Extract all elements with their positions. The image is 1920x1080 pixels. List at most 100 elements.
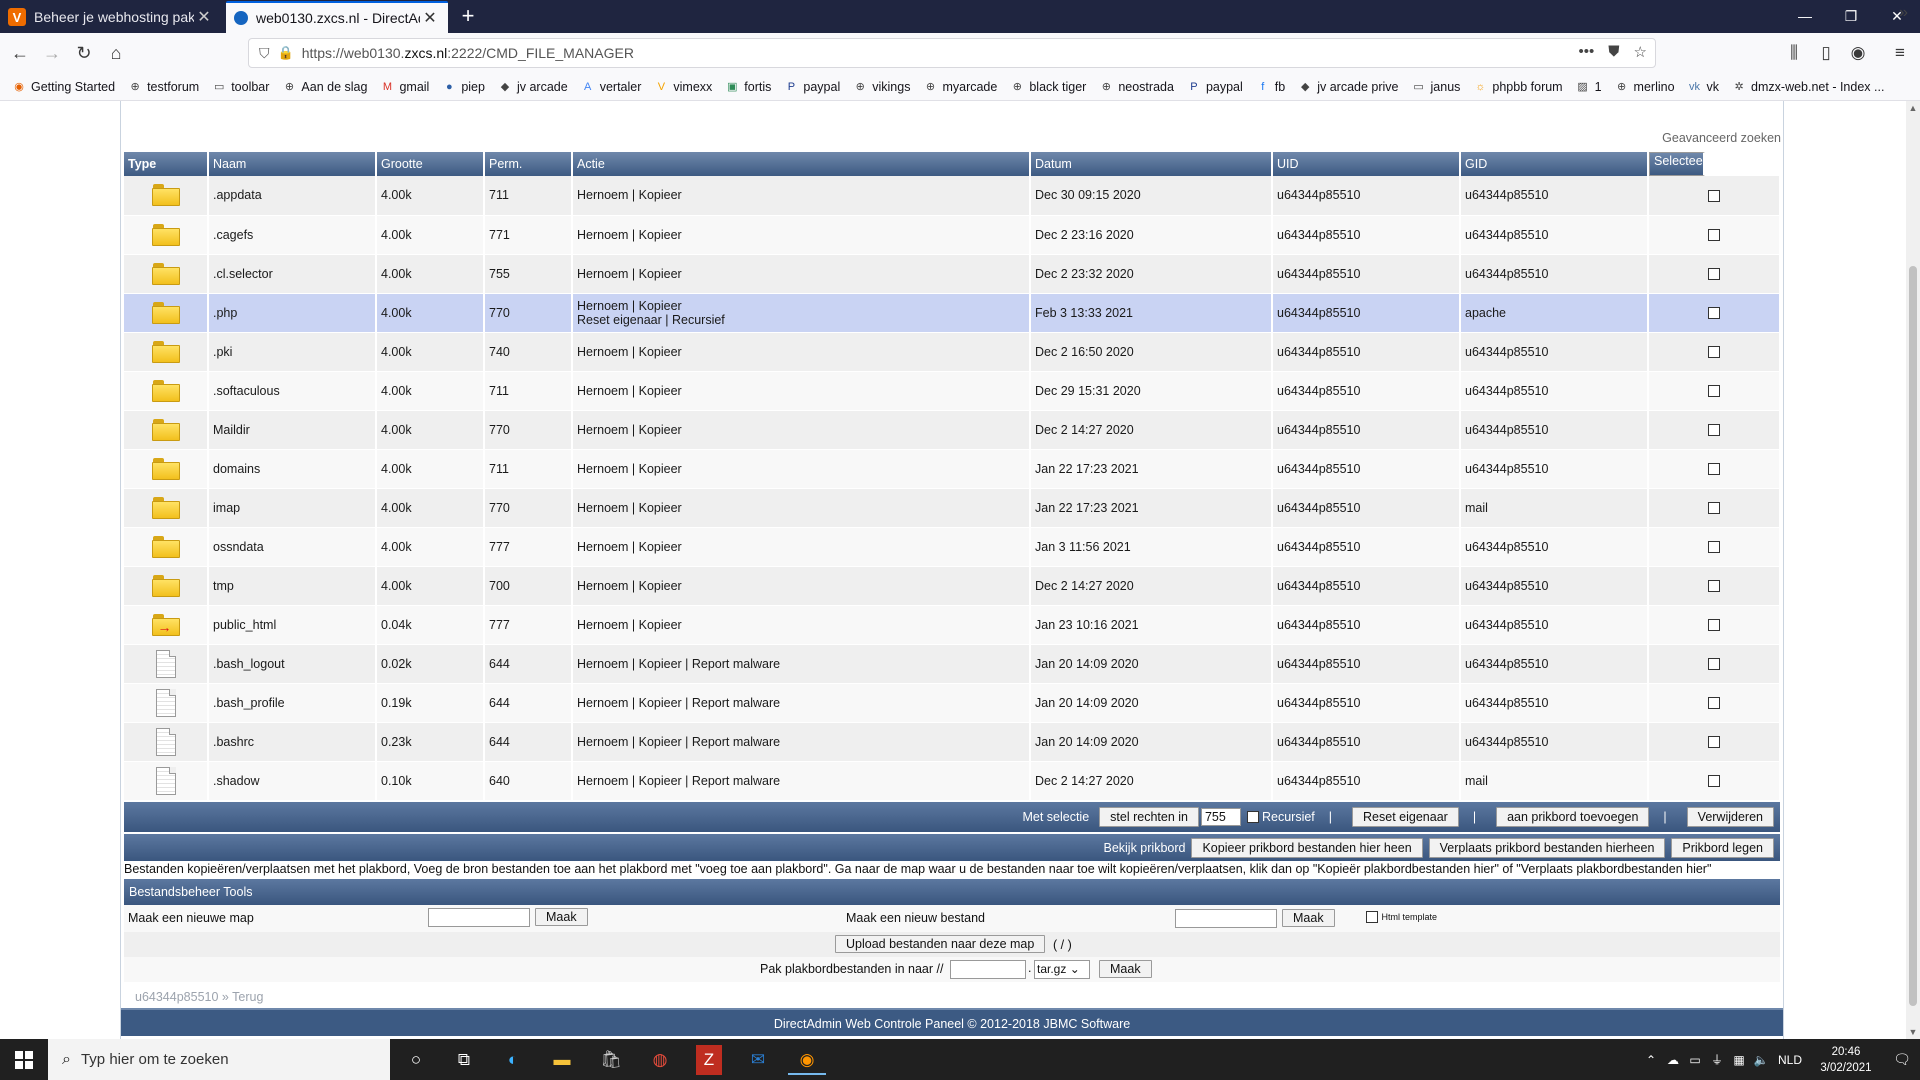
close-window-icon[interactable]: ✕ <box>1874 0 1920 33</box>
table-row[interactable]: domains 4.00k 711 Hernoem | Kopieer Jan 22 1… <box>124 449 1781 489</box>
folder-icon[interactable] <box>151 262 180 285</box>
table-row[interactable]: Maildir 4.00k 770 Hernoem | Kopieer Dec 2 14… <box>124 410 1781 450</box>
select-checkbox[interactable] <box>1708 346 1720 359</box>
file-name-link[interactable]: Maildir <box>208 410 377 450</box>
bookmark-item[interactable]: ◆ jv arcade <box>498 80 568 94</box>
cortana-icon[interactable]: ○ <box>397 1045 435 1075</box>
extra-action-links[interactable]: Reset eigenaar | Recursief <box>577 313 1029 327</box>
view-clipboard-link[interactable]: Bekijk prikbord <box>1103 841 1185 855</box>
select-checkbox[interactable] <box>1708 736 1720 749</box>
action-links[interactable]: Hernoem | Kopieer <box>577 267 1029 281</box>
bookmark-item[interactable]: ⊕ Aan de slag <box>282 80 368 94</box>
file-icon[interactable] <box>155 649 176 678</box>
type-cell[interactable] <box>124 332 209 372</box>
volume-icon[interactable]: 🔈 <box>1750 1053 1772 1067</box>
file-name-link[interactable]: imap <box>208 488 377 528</box>
permission-input[interactable]: 755 <box>1200 808 1241 826</box>
bookmark-item[interactable]: ☼ phpbb forum <box>1473 80 1562 94</box>
file-icon[interactable] <box>155 688 176 717</box>
folder-icon[interactable] <box>151 418 180 441</box>
bookmark-item[interactable]: ▨ 1 <box>1576 80 1601 94</box>
file-explorer-icon[interactable]: ▬ <box>543 1045 581 1075</box>
action-links[interactable]: Hernoem | Kopieer <box>577 618 1029 632</box>
file-name-link[interactable]: .bash_profile <box>208 683 377 723</box>
folder-icon[interactable] <box>151 379 180 402</box>
file-permissions-link[interactable]: 644 <box>484 722 573 762</box>
table-row[interactable]: .softaculous 4.00k 711 Hernoem | Kopieer Dec… <box>124 371 1781 411</box>
action-links[interactable]: Hernoem | Kopieer <box>577 462 1029 476</box>
bookmark-item[interactable]: Avertaler <box>581 80 641 94</box>
column-header-name[interactable]: Naam <box>208 152 377 176</box>
file-name-link[interactable]: .pki <box>208 332 377 372</box>
file-permissions-link[interactable]: 770 <box>484 293 573 333</box>
folder-icon[interactable] <box>151 223 180 246</box>
bookmark-item[interactable]: Ppaypal <box>784 80 841 94</box>
folder-icon[interactable] <box>151 340 180 363</box>
restore-window-icon[interactable]: ❐ <box>1828 0 1874 33</box>
file-permissions-link[interactable]: 711 <box>484 449 573 489</box>
select-checkbox[interactable] <box>1708 307 1720 320</box>
action-links[interactable]: Hernoem | Kopieer | Report malware <box>577 774 1029 788</box>
type-cell[interactable] <box>124 410 209 450</box>
type-cell[interactable] <box>124 488 209 528</box>
reset-owner-button[interactable]: Reset eigenaar <box>1352 807 1459 827</box>
bookmark-item[interactable]: f fb <box>1256 80 1285 94</box>
library-icon[interactable]: ⫼ <box>1780 39 1808 67</box>
create-folder-button[interactable]: Maak <box>535 908 588 926</box>
table-row[interactable]: → public_html 0.04k 777 Hernoem | Kopieer Jan… <box>124 605 1781 645</box>
bookmark-item[interactable]: ⊕ myarcade <box>923 80 998 94</box>
file-permissions-link[interactable]: 740 <box>484 332 573 372</box>
new-file-input[interactable] <box>1175 909 1277 928</box>
file-name-link[interactable]: ossndata <box>208 527 377 567</box>
reload-icon[interactable]: ↻ <box>70 39 98 67</box>
type-cell[interactable] <box>124 254 209 294</box>
browser-tab-hosting[interactable]: V Beheer je webhosting pakkette ✕ <box>0 1 222 33</box>
column-header-type[interactable]: Type <box>124 152 209 176</box>
select-checkbox[interactable] <box>1708 502 1720 515</box>
action-links[interactable]: Hernoem | Kopieer <box>577 345 1029 359</box>
file-permissions-link[interactable]: 644 <box>484 644 573 684</box>
type-cell[interactable] <box>124 293 209 333</box>
bookmark-item[interactable]: vk vk <box>1688 80 1719 94</box>
file-permissions-link[interactable]: 770 <box>484 488 573 528</box>
create-archive-button[interactable]: Maak <box>1099 960 1152 978</box>
table-row[interactable]: .pki 4.00k 740 Hernoem | Kopieer Dec 2 16:50… <box>124 332 1781 372</box>
column-header-size[interactable]: Grootte <box>376 152 485 176</box>
select-checkbox[interactable] <box>1708 229 1720 242</box>
file-name-link[interactable]: public_html <box>208 605 377 645</box>
move-clipboard-here-button[interactable]: Verplaats prikbord bestanden hierheen <box>1428 837 1666 858</box>
table-row[interactable]: ossndata 4.00k 777 Hernoem | Kopieer Jan 3 1… <box>124 527 1781 567</box>
file-permissions-link[interactable]: 770 <box>484 410 573 450</box>
back-icon[interactable]: ← <box>6 39 34 67</box>
file-name-link[interactable]: .php <box>208 293 377 333</box>
folder-icon[interactable] <box>151 457 180 480</box>
browser-tab-directadmin[interactable]: web0130.zxcs.nl - DirectAdmin ✕ <box>226 1 448 33</box>
bookmark-item[interactable]: ◉ Getting Started <box>12 80 115 94</box>
tray-expand-icon[interactable]: ⌃ <box>1640 1053 1662 1067</box>
type-cell[interactable] <box>124 449 209 489</box>
close-tab-icon[interactable]: ✕ <box>194 7 214 27</box>
file-icon[interactable] <box>155 766 176 795</box>
outlook-icon[interactable]: ✉ <box>739 1045 777 1075</box>
action-links[interactable]: Hernoem | Kopieer <box>577 501 1029 515</box>
file-permissions-link[interactable]: 777 <box>484 527 573 567</box>
account-icon[interactable]: ◉ <box>1844 39 1872 67</box>
app-red-icon[interactable]: ◍ <box>641 1045 679 1075</box>
bookmark-item[interactable]: Vvimexx <box>654 80 713 94</box>
column-header-perm[interactable]: Perm. <box>484 152 573 176</box>
table-row[interactable]: .bashrc 0.23k 644 Hernoem | Kopieer | Repor… <box>124 722 1781 762</box>
file-permissions-link[interactable]: 644 <box>484 683 573 723</box>
folder-icon[interactable] <box>151 184 180 207</box>
column-header-select[interactable]: Selecteer <box>1649 152 1707 176</box>
file-name-link[interactable]: .appdata <box>208 176 377 216</box>
bookmark-item[interactable]: ⊕ testforum <box>128 80 199 94</box>
select-checkbox[interactable] <box>1708 775 1720 788</box>
bookmark-item[interactable]: Mgmail <box>380 80 429 94</box>
battery-icon[interactable]: ▭ <box>1684 1053 1706 1067</box>
action-links[interactable]: Hernoem | Kopieer <box>577 228 1029 242</box>
table-row[interactable]: .cl.selector 4.00k 755 Hernoem | Kopieer Dec… <box>124 254 1781 294</box>
html-template-checkbox[interactable] <box>1366 910 1378 923</box>
breadcrumb-user-link[interactable]: u64344p85510 <box>135 990 218 1004</box>
type-cell[interactable] <box>124 371 209 411</box>
folder-icon[interactable] <box>151 535 180 558</box>
